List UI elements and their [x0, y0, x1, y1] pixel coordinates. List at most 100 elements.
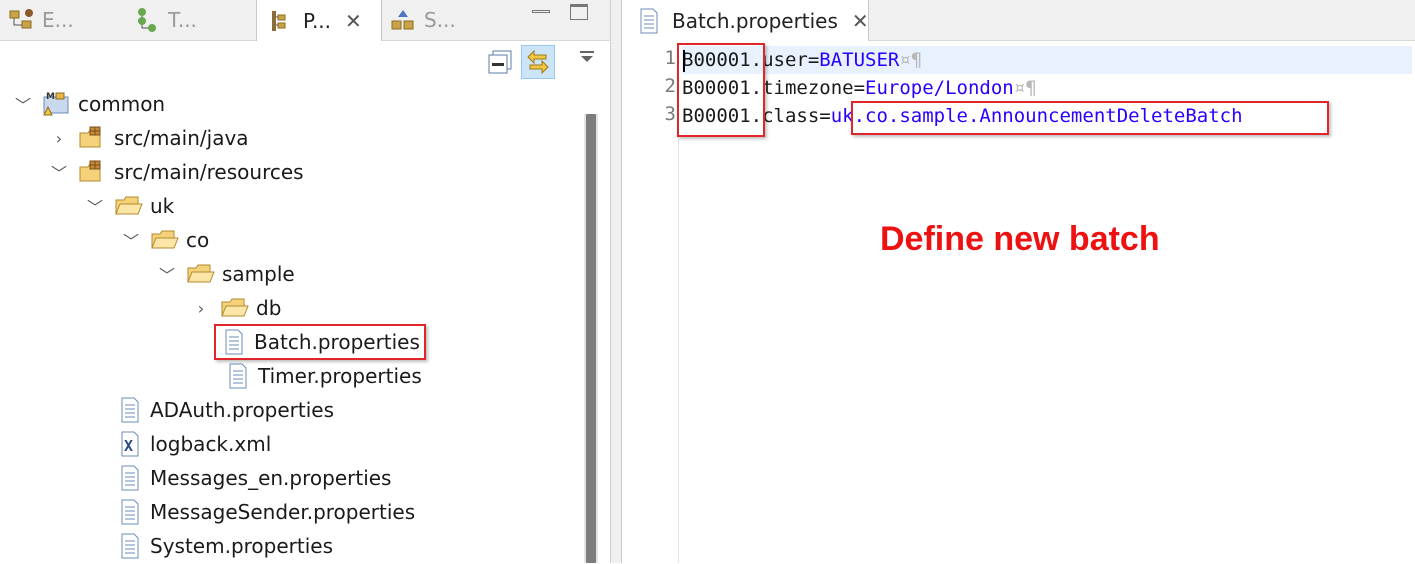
svg-text:X: X — [124, 437, 133, 455]
pane-divider[interactable] — [610, 0, 622, 563]
property-key: B00001 — [682, 105, 751, 127]
vertical-scrollbar[interactable] — [584, 114, 598, 563]
tree-item-label: System.properties — [150, 534, 333, 558]
property-value: Europe/London — [865, 77, 1014, 99]
properties-file-icon — [636, 8, 662, 34]
tree-item-system-properties[interactable]: System.properties — [114, 529, 333, 563]
tree-item-label: src/main/java — [114, 126, 249, 150]
properties-file-icon — [222, 363, 252, 389]
tree-item-src-main-java[interactable]: › src/main/java — [48, 121, 249, 155]
servers-icon — [390, 7, 416, 33]
folder-icon — [150, 227, 180, 253]
maven-project-icon: M — [42, 91, 72, 117]
property-separator: .user= — [750, 49, 820, 71]
chevron-down-icon[interactable]: ﹀ — [12, 92, 34, 116]
property-key: B00001 — [682, 49, 751, 71]
tree-item-label: Batch.properties — [254, 330, 420, 354]
view-menu-icon[interactable] — [578, 51, 596, 65]
package-explorer-view: E... T... P... ✕ S... ﹀ M common › src/m… — [0, 0, 610, 563]
tab-package-explorer[interactable]: P... ✕ — [256, 0, 382, 41]
property-value: BATUSER — [819, 49, 900, 71]
tree-item-label: Timer.properties — [258, 364, 422, 388]
line-number: 3 — [664, 103, 676, 125]
type-hierarchy-icon — [134, 7, 160, 33]
tree-item-uk[interactable]: ﹀ uk — [84, 189, 174, 223]
tree-item-label: uk — [150, 194, 175, 218]
link-with-editor-button[interactable] — [521, 45, 555, 79]
property-value: uk.co.sample.AnnouncementDeleteBatch — [830, 105, 1243, 127]
chevron-right-icon[interactable]: › — [190, 299, 212, 318]
property-key: B00001 — [682, 77, 751, 99]
properties-file-icon — [114, 533, 144, 559]
link-with-editor-icon — [527, 49, 549, 75]
line-number: 1 — [664, 47, 676, 69]
properties-file-icon — [114, 465, 144, 491]
tree-item-label: logback.xml — [150, 432, 272, 456]
whitespace-markers: ¤¶ — [899, 49, 923, 71]
svg-text:M: M — [46, 92, 55, 102]
tree-item-adauth-properties[interactable]: ADAuth.properties — [114, 393, 334, 427]
tree-item-label: co — [186, 228, 210, 252]
tree-item-label: db — [256, 296, 282, 320]
tree-item-label: sample — [222, 262, 295, 286]
tree-item-common[interactable]: ﹀ M common — [12, 87, 165, 121]
code-line-2[interactable]: B00001.timezone=Europe/London¤¶ — [682, 74, 1412, 102]
tab-batch-properties[interactable]: Batch.properties ✕ — [622, 0, 869, 41]
chevron-right-icon[interactable]: › — [48, 129, 70, 148]
tree-item-label: Messages_en.properties — [150, 466, 392, 490]
folder-icon — [186, 261, 216, 287]
explorer-icon — [8, 7, 34, 33]
chevron-down-icon[interactable]: ﹀ — [120, 228, 142, 252]
close-icon[interactable]: ✕ — [852, 9, 869, 33]
property-separator: .class= — [750, 105, 831, 127]
tab-label: P... — [303, 8, 332, 33]
tree-item-batch-properties[interactable]: Batch.properties — [214, 324, 426, 360]
view-toolbar — [0, 41, 610, 83]
properties-file-icon — [114, 499, 144, 525]
chevron-down-icon[interactable]: ﹀ — [84, 194, 106, 218]
tab-servers[interactable]: S... — [390, 0, 500, 40]
tree-item-label: ADAuth.properties — [150, 398, 335, 422]
tab-explorer[interactable]: E... — [8, 0, 118, 40]
code-line-3[interactable]: B00001.class=uk.co.sample.AnnouncementDe… — [682, 102, 1412, 130]
properties-file-icon — [218, 329, 248, 355]
tree-item-co[interactable]: ﹀ co — [120, 223, 209, 257]
folder-icon — [114, 193, 144, 219]
tree-item-sample[interactable]: ﹀ sample — [156, 257, 295, 291]
tab-label: E... — [42, 8, 74, 32]
text-cursor — [683, 50, 685, 72]
view-tab-bar: E... T... P... ✕ S... — [0, 0, 610, 41]
source-folder-icon — [78, 159, 108, 185]
tree-item-logback-xml[interactable]: X logback.xml — [114, 427, 271, 461]
collapse-all-icon — [488, 50, 512, 74]
close-icon[interactable]: ✕ — [345, 9, 362, 33]
tree-item-messagesender-properties[interactable]: MessageSender.properties — [114, 495, 415, 529]
minimize-button[interactable] — [532, 4, 550, 18]
line-number-ruler: 1 2 3 — [650, 44, 679, 563]
code-line-1[interactable]: B00001.user=BATUSER¤¶ — [682, 46, 1412, 74]
xml-file-icon: X — [114, 431, 144, 457]
folder-icon — [220, 295, 250, 321]
source-folder-icon — [78, 125, 108, 151]
tab-label: T... — [168, 8, 197, 32]
editor-tab-label: Batch.properties — [672, 8, 838, 33]
tree-item-label: src/main/resources — [114, 160, 304, 184]
maximize-button[interactable] — [570, 4, 588, 20]
chevron-down-icon[interactable]: ﹀ — [48, 160, 70, 184]
scrollbar-thumb[interactable] — [586, 114, 596, 563]
editor-tab-bar: Batch.properties ✕ — [622, 0, 1415, 41]
chevron-down-icon[interactable]: ﹀ — [156, 262, 178, 286]
tree-item-src-main-resources[interactable]: ﹀ src/main/resources — [48, 155, 304, 189]
tree-item-label: common — [78, 92, 166, 116]
property-separator: .timezone= — [750, 77, 866, 99]
tab-label: S... — [424, 8, 456, 32]
line-number: 2 — [664, 75, 676, 97]
properties-file-icon — [114, 397, 144, 423]
tree-item-db[interactable]: › db — [190, 291, 282, 325]
tree-item-label: MessageSender.properties — [150, 500, 416, 524]
tree-item-messages-en-properties[interactable]: Messages_en.properties — [114, 461, 391, 495]
collapse-all-button[interactable] — [484, 45, 518, 79]
annotation-text: Define new batch — [880, 220, 1160, 258]
tree-item-timer-properties[interactable]: Timer.properties — [222, 359, 422, 393]
tab-type-hierarchy[interactable]: T... — [134, 0, 244, 40]
